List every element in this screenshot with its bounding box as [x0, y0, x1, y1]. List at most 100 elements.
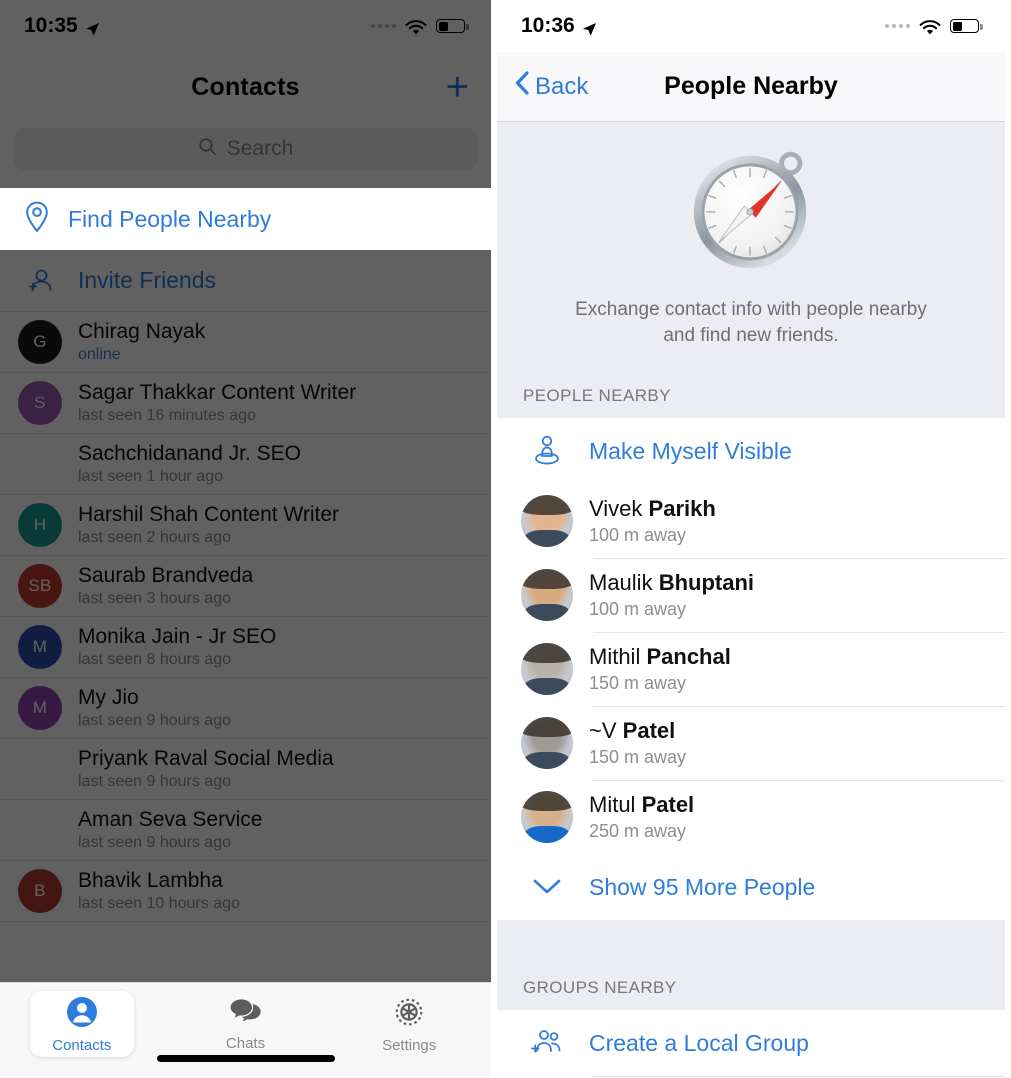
avatar: M — [18, 625, 62, 669]
person-row[interactable]: Mitul Patel 250 m away — [497, 780, 1005, 854]
contact-row[interactable]: SB Saurab Brandveda last seen 3 hours ago — [0, 556, 491, 617]
contact-status: online — [78, 345, 121, 363]
contact-name: My Jio — [78, 685, 139, 709]
map-pin-icon — [24, 201, 50, 238]
avatar: M — [18, 686, 62, 730]
person-row[interactable]: Mithil Panchal 150 m away — [497, 632, 1005, 706]
contact-row[interactable]: M My Jio last seen 9 hours ago — [0, 678, 491, 739]
person-last-name: Bhuptani — [658, 570, 755, 596]
person-name: Mitul Patel — [589, 792, 694, 818]
create-local-group-row[interactable]: Create a Local Group — [497, 1010, 1005, 1076]
contact-status: last seen 16 minutes ago — [78, 406, 256, 424]
contact-text: Chirag Nayak online — [78, 320, 205, 365]
tab-contacts-label: Contacts — [52, 1037, 112, 1054]
person-text: Mithil Panchal 150 m away — [589, 644, 731, 694]
contact-row[interactable]: G Chirag Nayak online — [0, 312, 491, 373]
avatar — [521, 643, 573, 696]
person-last-name: Patel — [641, 792, 695, 818]
person-row[interactable]: ~V Patel 150 m away — [497, 706, 1005, 780]
tab-chats[interactable]: Chats — [164, 989, 328, 1052]
hero-section: Exchange contact info with people nearby… — [497, 122, 1005, 373]
person-add-icon — [18, 268, 62, 294]
invite-friends-row[interactable]: Invite Friends — [0, 250, 491, 312]
contact-row[interactable]: M Monika Jain - Jr SEO last seen 8 hours a… — [0, 617, 491, 678]
search-icon — [198, 137, 217, 162]
invite-friends-label: Invite Friends — [78, 267, 217, 293]
person-pin-icon — [521, 434, 573, 468]
avatar — [521, 495, 573, 548]
tab-settings-label: Settings — [382, 1037, 437, 1054]
signal-dots-icon — [371, 24, 396, 28]
search-wrapper: Search — [0, 122, 491, 188]
avatar — [18, 442, 62, 486]
contact-name: Bhavik Lambha — [78, 868, 223, 892]
avatar: SB — [18, 564, 62, 608]
contact-name: Aman Seva Service — [78, 807, 263, 831]
person-distance: 100 m away — [589, 599, 687, 620]
status-time: 10:35 — [24, 14, 78, 37]
person-text: ~V Patel 150 m away — [589, 718, 686, 768]
avatar — [18, 808, 62, 852]
contacts-list: Invite Friends G Chirag Nayak online S Sagar… — [0, 250, 491, 922]
battery-icon — [950, 19, 983, 33]
search-input[interactable]: Search — [14, 128, 477, 170]
person-last-name: Panchal — [646, 644, 731, 670]
make-myself-visible-row[interactable]: Make Myself Visible — [497, 418, 1005, 484]
avatar: H — [18, 503, 62, 547]
wifi-icon — [919, 18, 941, 35]
find-people-nearby-label: Find People Nearby — [68, 205, 272, 232]
search-placeholder: Search — [226, 137, 294, 160]
make-myself-visible-label: Make Myself Visible — [589, 437, 792, 464]
add-contact-button[interactable]: + — [446, 67, 469, 107]
contact-status: last seen 3 hours ago — [78, 589, 231, 607]
contact-status: last seen 2 hours ago — [78, 528, 231, 546]
contact-name: Saurab Brandveda — [78, 563, 254, 587]
chevron-left-icon — [515, 71, 529, 102]
location-arrow-icon — [582, 19, 597, 36]
person-distance: 100 m away — [589, 525, 687, 546]
signal-dots-icon — [885, 24, 910, 28]
contact-text: Sachchidanand Jr. SEO last seen 1 hour ag… — [78, 442, 301, 487]
contact-status: last seen 9 hours ago — [78, 772, 231, 790]
person-text: Maulik Bhuptani 100 m away — [589, 570, 754, 620]
person-row[interactable]: Vivek Parikh 100 m away — [497, 484, 1005, 558]
contact-status: last seen 1 hour ago — [78, 467, 223, 485]
contact-name: Chirag Nayak — [78, 319, 206, 343]
person-name: Vivek Parikh — [589, 496, 716, 522]
contact-row[interactable]: Priyank Raval Social Media last seen 9 ho… — [0, 739, 491, 800]
tab-settings[interactable]: Settings — [327, 989, 491, 1054]
person-first-name: Mitul — [589, 792, 636, 818]
find-people-nearby-row[interactable]: Find People Nearby — [0, 188, 491, 250]
back-label: Back — [535, 72, 589, 100]
tab-contacts[interactable]: Contacts — [0, 989, 164, 1054]
contact-row[interactable]: H Harshil Shah Content Writer last seen 2 … — [0, 495, 491, 556]
person-name: ~V Patel — [589, 718, 686, 744]
groups-nearby-section-header: GROUPS NEARBY — [497, 964, 1005, 1011]
person-distance: 150 m away — [589, 747, 687, 768]
avatar — [521, 569, 573, 622]
show-more-people-row[interactable]: Show 95 More People — [497, 854, 1005, 920]
contact-row[interactable]: B Bhavik Lambha last seen 10 hours ago — [0, 861, 491, 922]
contact-row[interactable]: Sachchidanand Jr. SEO last seen 1 hour ag… — [0, 434, 491, 495]
location-arrow-icon — [85, 19, 100, 36]
contact-text: Harshil Shah Content Writer last seen 2 h… — [78, 503, 339, 548]
page-title: Contacts — [191, 72, 300, 101]
tab-chats-label: Chats — [225, 1035, 266, 1052]
create-local-group-label: Create a Local Group — [589, 1029, 809, 1056]
person-name: Maulik Bhuptani — [589, 570, 754, 596]
status-left-group: 10:35 — [24, 14, 100, 38]
contact-name: Priyank Raval Social Media — [78, 746, 334, 770]
status-right-group — [371, 18, 469, 35]
contact-row[interactable]: Aman Seva Service last seen 9 hours ago — [0, 800, 491, 861]
back-button[interactable]: Back — [497, 71, 588, 102]
right-page-title: People Nearby — [664, 72, 838, 100]
person-row[interactable]: Maulik Bhuptani 100 m away — [497, 558, 1005, 632]
avatar — [18, 747, 62, 791]
contact-text: Saurab Brandveda last seen 3 hours ago — [78, 564, 253, 609]
person-last-name: Patel — [622, 718, 676, 744]
contact-row[interactable]: S Sagar Thakkar Content Writer last seen 1… — [0, 373, 491, 434]
status-left-group-right: 10:36 — [521, 14, 597, 38]
status-bar-right: 10:36 — [497, 0, 1005, 52]
person-distance: 150 m away — [589, 673, 687, 694]
groups-nearby-list: Create a Local Group Put Me In Touch Wit… — [497, 1010, 1005, 1078]
